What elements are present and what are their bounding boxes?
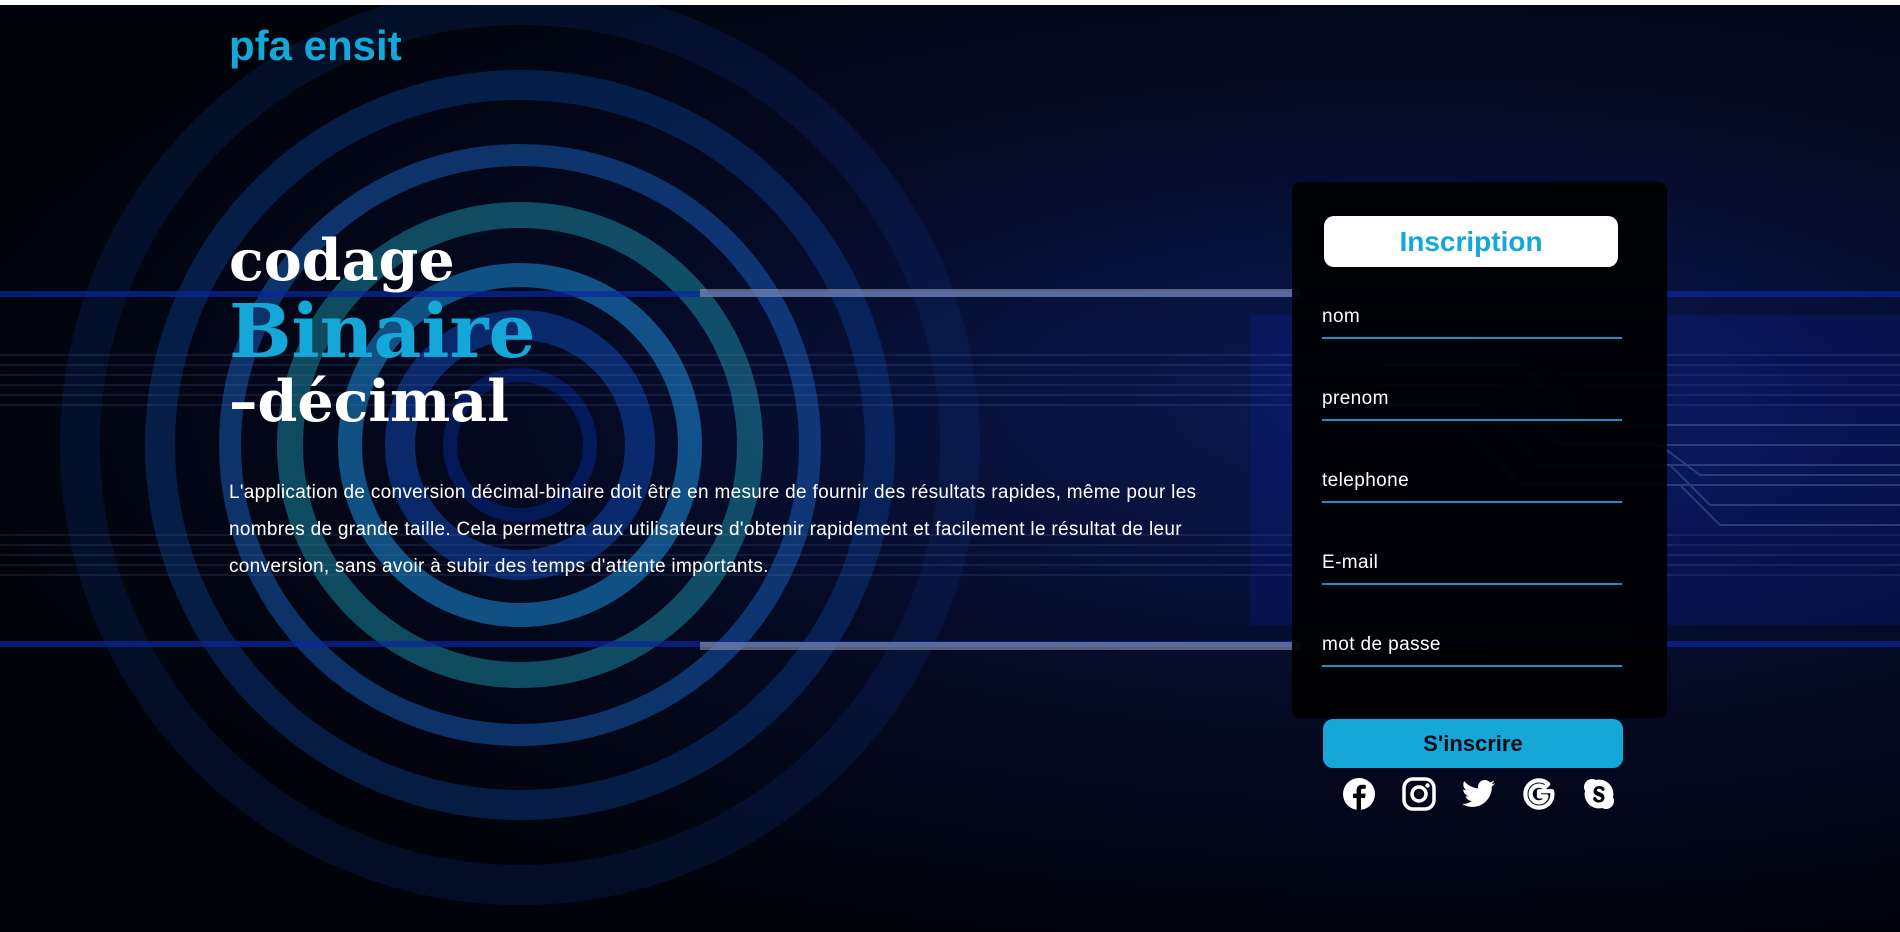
hero-description: L'application de conversion décimal-bina… (229, 482, 1197, 577)
nom-input[interactable] (1322, 297, 1622, 337)
signup-button[interactable]: S'inscrire (1323, 719, 1623, 768)
hero-title: codage Binaire –décimal (229, 232, 536, 430)
hero-line-codage: codage (229, 227, 455, 294)
telephone-input[interactable] (1322, 461, 1622, 501)
nom-field-wrap (1322, 297, 1622, 339)
prenom-field-wrap (1322, 379, 1622, 421)
hero-line-decimal: –décimal (229, 368, 509, 435)
password-input[interactable] (1322, 625, 1622, 665)
form-title: Inscription (1324, 216, 1618, 267)
email-field-wrap (1322, 543, 1622, 585)
google-icon[interactable] (1522, 774, 1556, 814)
telephone-field-wrap (1322, 461, 1622, 503)
signup-form: Inscription (1292, 182, 1667, 718)
facebook-icon[interactable] (1342, 774, 1376, 814)
prenom-input[interactable] (1322, 379, 1622, 419)
hero-line-binaire: Binaire (229, 289, 536, 375)
password-field-wrap (1322, 625, 1622, 667)
brand-logo[interactable]: pfa ensit (229, 22, 402, 70)
email-input[interactable] (1322, 543, 1622, 583)
twitter-icon[interactable] (1462, 774, 1496, 814)
social-links (1342, 774, 1616, 814)
skype-icon[interactable] (1582, 774, 1616, 814)
instagram-icon[interactable] (1402, 774, 1436, 814)
